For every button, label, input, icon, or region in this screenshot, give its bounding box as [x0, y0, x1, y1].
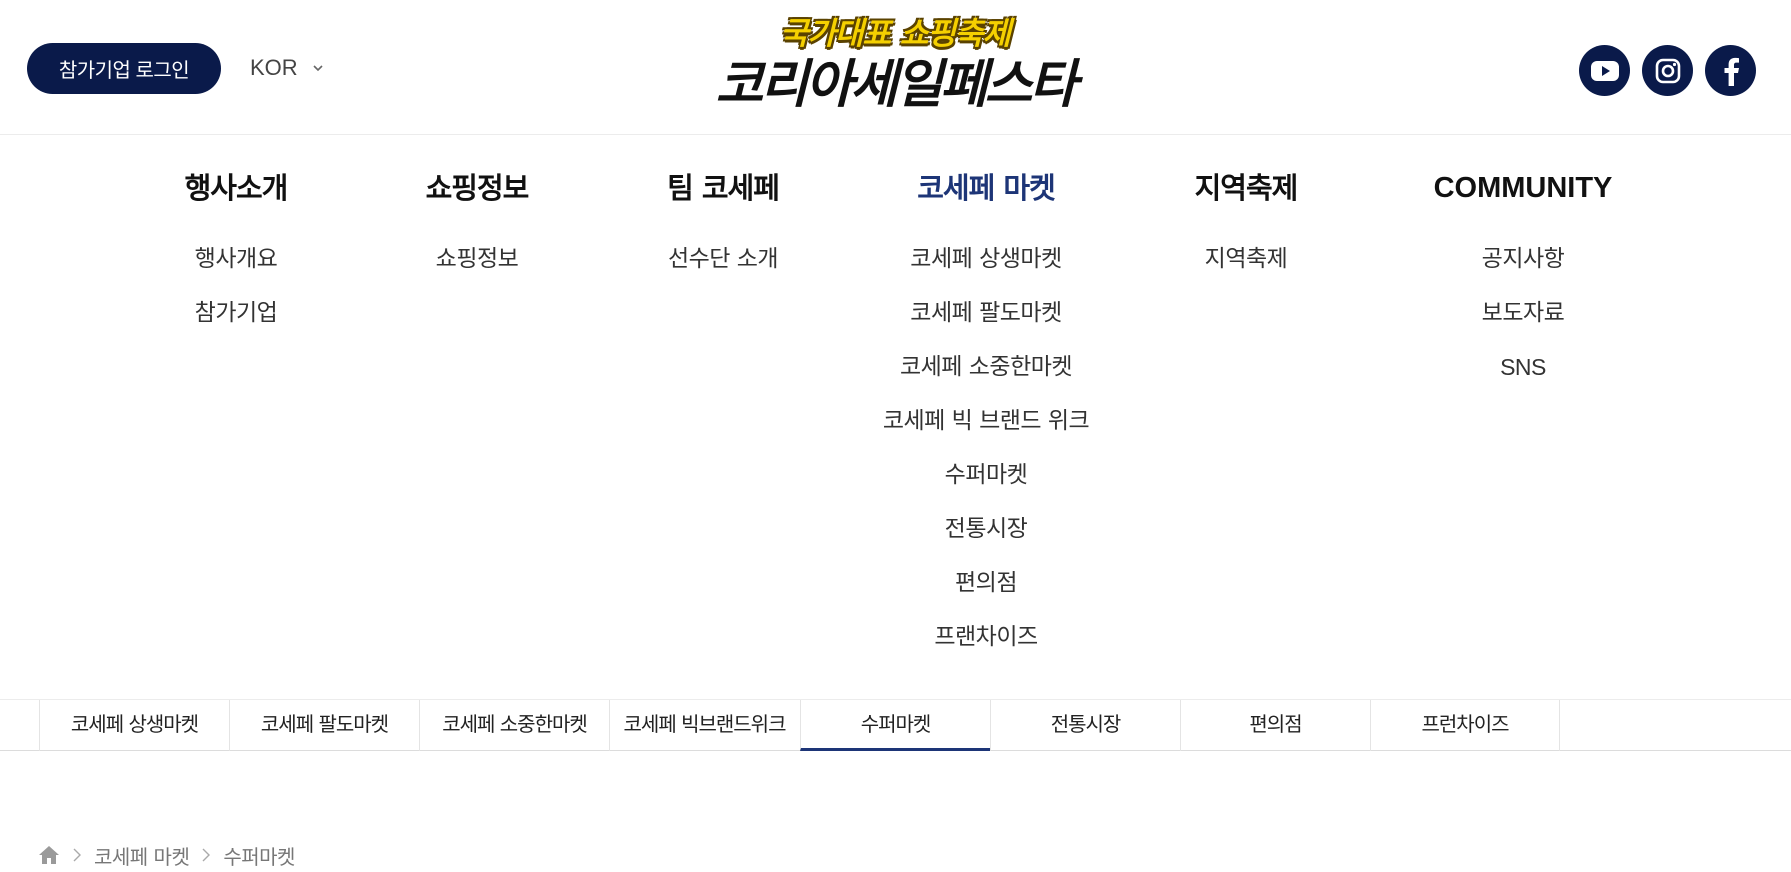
tab-sojunghan-market[interactable]: 코세페 소중한마켓: [419, 700, 609, 751]
tab-supermarket[interactable]: 수퍼마켓: [800, 700, 990, 751]
site-logo[interactable]: 국가대표 쇼핑축제 코리아세일페스타: [700, 14, 1090, 116]
tab-franchise[interactable]: 프런차이즈: [1370, 700, 1560, 751]
menu-column-local-festival: 지역축제 지역축제: [1116, 136, 1376, 294]
tab-convenience-store[interactable]: 편의점: [1180, 700, 1370, 751]
facebook-icon: [1724, 57, 1739, 86]
menu-column-kosepe-market: 코세페 마켓 코세페 상생마켓 코세페 팔도마켓 코세페 소중한마켓 코세페 빅…: [856, 136, 1116, 672]
logo-title: 코리아세일페스타: [715, 55, 1078, 115]
menu-title-local-festival[interactable]: 지역축제: [1116, 164, 1376, 212]
menu-title-kosepe-market[interactable]: 코세페 마켓: [856, 164, 1116, 212]
menu-item[interactable]: 행사개요: [106, 240, 366, 294]
instagram-icon: [1655, 58, 1680, 83]
tab-sangsaeng-market[interactable]: 코세페 상생마켓: [39, 700, 229, 751]
menu-item[interactable]: 프랜차이즈: [856, 618, 1116, 672]
youtube-icon: [1590, 60, 1619, 81]
language-selector[interactable]: KOR: [250, 50, 324, 86]
menu-item[interactable]: 공지사항: [1393, 240, 1653, 294]
menu-item[interactable]: 지역축제: [1116, 240, 1376, 294]
tab-traditional-market[interactable]: 전통시장: [990, 700, 1180, 751]
menu-title-shopping-info[interactable]: 쇼핑정보: [347, 164, 607, 212]
home-icon[interactable]: [38, 844, 60, 866]
chevron-right-icon: [73, 848, 81, 862]
chevron-down-icon: [313, 65, 323, 72]
menu-item[interactable]: 코세페 소중한마켓: [856, 348, 1116, 402]
menu-item[interactable]: 보도자료: [1393, 294, 1653, 348]
menu-item[interactable]: 수퍼마켓: [856, 456, 1116, 510]
menu-item[interactable]: 쇼핑정보: [347, 240, 607, 294]
menu-item[interactable]: 전통시장: [856, 510, 1116, 564]
menu-item[interactable]: 코세페 빅 브랜드 위크: [856, 402, 1116, 456]
menu-item[interactable]: 참가기업: [106, 294, 366, 348]
menu-column-shopping-info: 쇼핑정보 쇼핑정보: [347, 136, 607, 294]
menu-item[interactable]: SNS: [1393, 348, 1653, 402]
breadcrumb-current: 수퍼마켓: [223, 844, 295, 869]
menu-item[interactable]: 코세페 상생마켓: [856, 240, 1116, 294]
logo-tagline: 국가대표 쇼핑축제: [780, 16, 1011, 52]
menu-title-community[interactable]: COMMUNITY: [1393, 164, 1653, 212]
partner-login-button[interactable]: 참가기업 로그인: [27, 43, 221, 94]
tab-big-brand-week[interactable]: 코세페 빅브랜드위크: [609, 700, 799, 751]
youtube-link[interactable]: [1579, 45, 1630, 96]
sub-tab-bar: 코세페 상생마켓 코세페 팔도마켓 코세페 소중한마켓 코세페 빅브랜드위크 수…: [0, 699, 1791, 751]
language-label: KOR: [250, 55, 298, 80]
chevron-right-icon: [202, 848, 211, 862]
facebook-link[interactable]: [1705, 45, 1756, 96]
menu-item[interactable]: 편의점: [856, 564, 1116, 618]
menu-column-team-kosepe: 팀 코세페 선수단 소개: [593, 136, 853, 294]
mega-menu: 행사소개 행사개요 참가기업 쇼핑정보 쇼핑정보 팀 코세페 선수단 소개 코세…: [0, 136, 1791, 699]
breadcrumb-item[interactable]: 코세페 마켓: [94, 841, 190, 870]
menu-item[interactable]: 코세페 팔도마켓: [856, 294, 1116, 348]
menu-column-community: COMMUNITY 공지사항 보도자료 SNS: [1393, 136, 1653, 402]
menu-item[interactable]: 선수단 소개: [593, 240, 853, 294]
breadcrumb: 코세페 마켓 수퍼마켓: [38, 838, 295, 872]
menu-title-event-intro[interactable]: 행사소개: [106, 164, 366, 212]
instagram-link[interactable]: [1642, 45, 1693, 96]
menu-title-team-kosepe[interactable]: 팀 코세페: [593, 164, 853, 212]
tab-paldo-market[interactable]: 코세페 팔도마켓: [229, 700, 419, 751]
menu-column-event-intro: 행사소개 행사개요 참가기업: [106, 136, 366, 348]
site-header: 참가기업 로그인 KOR 국가대표 쇼핑축제 코리아세일페스타: [0, 0, 1791, 135]
